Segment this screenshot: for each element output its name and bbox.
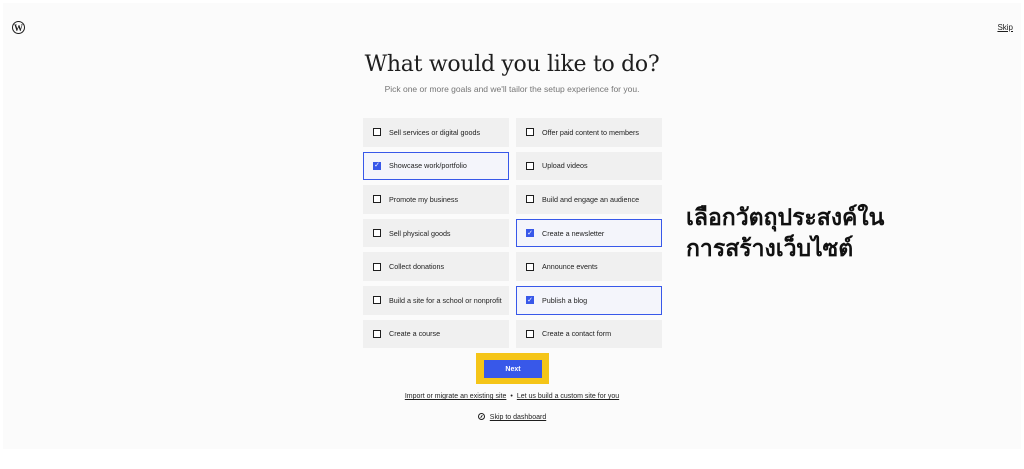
goal-label: Sell services or digital goods: [389, 127, 481, 137]
goal-option[interactable]: ✓ Showcase work/portfolio: [363, 151, 509, 181]
goal-option[interactable]: Announce events: [516, 252, 662, 281]
checkbox-icon[interactable]: [373, 195, 381, 204]
page-title: What would you like to do?: [364, 52, 660, 77]
goal-option[interactable]: Collect donations: [363, 252, 509, 281]
link-separator: •: [510, 393, 513, 400]
goal-option[interactable]: Promote my business: [363, 185, 509, 214]
import-site-link[interactable]: Import or migrate an existing site: [405, 393, 507, 400]
checkbox-icon[interactable]: [373, 128, 381, 137]
checkbox-icon[interactable]: [526, 262, 534, 271]
goal-label: Upload videos: [542, 161, 588, 171]
checkbox-icon[interactable]: [526, 128, 534, 137]
annotation-line-1: เลือกวัตถุประสงค์ใน: [686, 205, 885, 231]
goal-label: Publish a blog: [542, 295, 588, 305]
skip-dashboard-row: Skip to dashboard: [0, 413, 1024, 421]
goal-label: Announce events: [542, 262, 598, 272]
goal-option[interactable]: Upload videos: [516, 151, 662, 181]
goal-label: Build a site for a school or nonprofit: [389, 295, 502, 305]
goal-label: Sell physical goods: [389, 228, 451, 238]
annotation-line-2: การสร้างเว็บไซต์: [686, 236, 854, 262]
goal-option[interactable]: ✓ Create a newsletter: [516, 218, 662, 248]
dashboard-gauge-icon: [477, 413, 485, 420]
checkbox-icon[interactable]: [526, 161, 534, 170]
skip-link[interactable]: Skip: [997, 23, 1013, 32]
goal-option[interactable]: Create a course: [363, 319, 509, 349]
checkbox-icon[interactable]: ✓: [526, 296, 534, 305]
checkbox-icon[interactable]: [373, 262, 381, 271]
skip-to-dashboard-link[interactable]: Skip to dashboard: [490, 414, 546, 421]
goal-label: Build and engage an audience: [542, 194, 640, 204]
wordpress-logo-icon[interactable]: W: [12, 21, 25, 34]
footer-links: Import or migrate an existing site • Let u…: [0, 393, 1024, 400]
goal-option[interactable]: Sell physical goods: [363, 218, 509, 248]
checkbox-icon[interactable]: [373, 229, 381, 238]
checkbox-icon[interactable]: [526, 195, 534, 204]
goal-label: Create a course: [389, 329, 441, 339]
goal-label: Promote my business: [389, 194, 459, 204]
page-subtitle: Pick one or more goals and we'll tailor …: [384, 84, 640, 94]
checkbox-icon[interactable]: ✓: [373, 161, 381, 170]
checkbox-icon[interactable]: [373, 296, 381, 305]
goals-grid: Sell services or digital goods Offer pai…: [363, 118, 662, 349]
goal-label: Create a newsletter: [542, 228, 605, 238]
goal-option[interactable]: Offer paid content to members: [516, 118, 662, 147]
goal-label: Showcase work/portfolio: [389, 161, 467, 171]
annotation-text: เลือกวัตถุประสงค์ใน การสร้างเว็บไซต์: [686, 203, 946, 265]
next-button[interactable]: Next: [484, 360, 542, 378]
goal-option[interactable]: Build a site for a school or nonprofit: [363, 285, 509, 315]
custom-site-link[interactable]: Let us build a custom site for you: [517, 393, 619, 400]
goal-label: Create a contact form: [542, 329, 612, 339]
goal-option[interactable]: Sell services or digital goods: [363, 118, 509, 147]
goal-option[interactable]: Build and engage an audience: [516, 185, 662, 214]
goal-option[interactable]: ✓ Publish a blog: [516, 285, 662, 315]
goal-option[interactable]: Create a contact form: [516, 319, 662, 349]
checkbox-icon[interactable]: ✓: [526, 229, 534, 238]
goal-label: Collect donations: [389, 262, 445, 272]
goal-label: Offer paid content to members: [542, 127, 639, 137]
checkbox-icon[interactable]: [526, 329, 534, 338]
checkbox-icon[interactable]: [373, 329, 381, 338]
